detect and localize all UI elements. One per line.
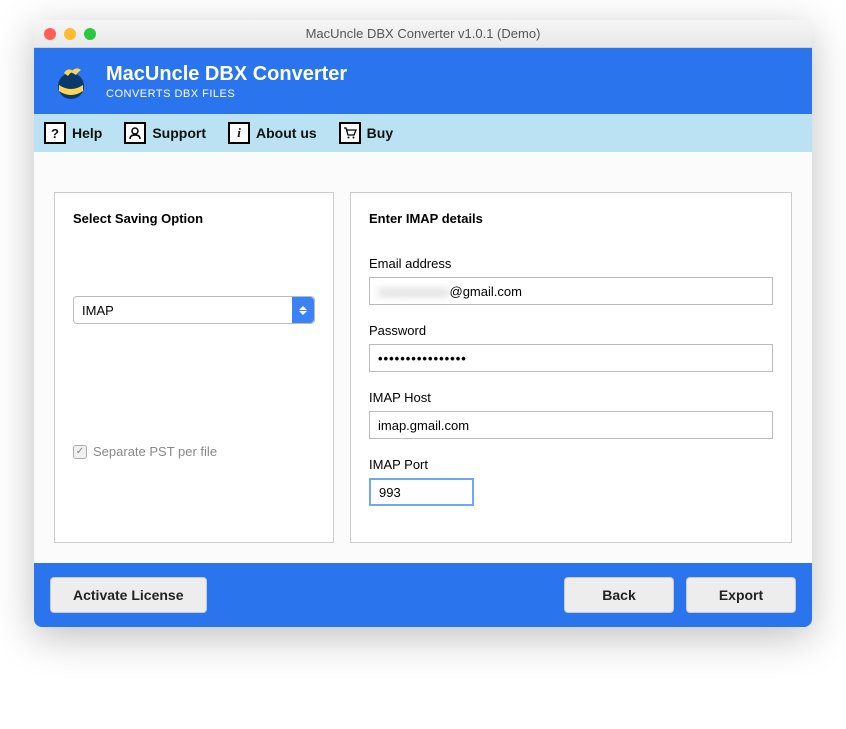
zoom-icon[interactable]	[84, 28, 96, 40]
port-label: IMAP Port	[369, 457, 773, 472]
content-area: Select Saving Option IMAP ✓ Separate PST…	[34, 152, 812, 563]
host-label: IMAP Host	[369, 390, 773, 405]
email-label: Email address	[369, 256, 773, 271]
port-field[interactable]	[369, 478, 474, 506]
menu-buy[interactable]: Buy	[339, 122, 393, 144]
back-button[interactable]: Back	[564, 577, 674, 613]
cart-icon	[339, 122, 361, 144]
checkbox-icon: ✓	[73, 445, 87, 459]
header-title: MacUncle DBX Converter	[106, 63, 347, 86]
saving-option-title: Select Saving Option	[73, 211, 315, 226]
titlebar: MacUncle DBX Converter v1.0.1 (Demo)	[34, 20, 812, 48]
host-field[interactable]	[369, 411, 773, 439]
export-button[interactable]: Export	[686, 577, 796, 613]
traffic-lights	[34, 28, 96, 40]
chevron-updown-icon	[292, 297, 314, 323]
header-subtitle: CONVERTS DBX FILES	[106, 88, 347, 100]
password-label: Password	[369, 323, 773, 338]
window-title: MacUncle DBX Converter v1.0.1 (Demo)	[34, 26, 812, 41]
logo-icon	[50, 60, 92, 102]
imap-details-title: Enter IMAP details	[369, 211, 773, 226]
info-icon: i	[228, 122, 250, 144]
menubar: ? Help Support i About us Buy	[34, 114, 812, 152]
menu-about[interactable]: i About us	[228, 122, 317, 144]
menu-support-label: Support	[152, 125, 206, 141]
menu-about-label: About us	[256, 125, 317, 141]
header-text: MacUncle DBX Converter CONVERTS DBX FILE…	[106, 63, 347, 100]
menu-support[interactable]: Support	[124, 122, 206, 144]
app-header: MacUncle DBX Converter CONVERTS DBX FILE…	[34, 48, 812, 114]
activate-license-button[interactable]: Activate License	[50, 577, 207, 613]
close-icon[interactable]	[44, 28, 56, 40]
imap-details-panel: Enter IMAP details Email address xxxxxxx…	[350, 192, 792, 543]
email-value-suffix: @gmail.com	[450, 284, 522, 299]
menu-buy-label: Buy	[367, 125, 393, 141]
saving-option-panel: Select Saving Option IMAP ✓ Separate PST…	[54, 192, 334, 543]
menu-help[interactable]: ? Help	[44, 122, 102, 144]
footer-bar: Activate License Back Export	[34, 563, 812, 627]
format-select-value: IMAP	[82, 303, 114, 318]
email-field[interactable]: xxxxxxxxxxx @gmail.com	[369, 277, 773, 305]
format-select[interactable]: IMAP	[73, 296, 315, 324]
minimize-icon[interactable]	[64, 28, 76, 40]
app-window: MacUncle DBX Converter v1.0.1 (Demo) Mac…	[34, 20, 812, 627]
email-value-prefix: xxxxxxxxxxx	[378, 284, 450, 299]
password-field[interactable]	[369, 344, 773, 372]
support-icon	[124, 122, 146, 144]
help-icon: ?	[44, 122, 66, 144]
separate-pst-label: Separate PST per file	[93, 444, 217, 459]
separate-pst-checkbox: ✓ Separate PST per file	[73, 444, 315, 459]
menu-help-label: Help	[72, 125, 102, 141]
